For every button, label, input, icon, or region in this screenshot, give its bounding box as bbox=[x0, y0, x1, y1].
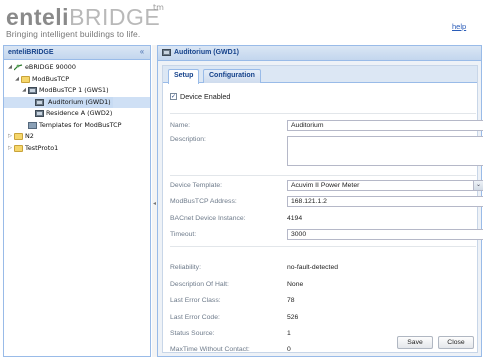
tab-configuration[interactable]: Configuration bbox=[203, 69, 261, 83]
reliability-value: no-fault-detected bbox=[287, 264, 339, 271]
setup-form: ✓ Device Enabled Name: Auditorium Descri… bbox=[163, 83, 483, 353]
close-button[interactable]: Close bbox=[438, 336, 474, 349]
tree-item-auditorium[interactable]: Auditorium (GWD1) bbox=[4, 96, 150, 108]
last-error-code-value: 526 bbox=[287, 314, 299, 321]
logo-trademark: tm bbox=[153, 3, 164, 12]
name-field[interactable]: Auditorium bbox=[287, 120, 483, 131]
section-divider bbox=[170, 246, 476, 247]
folder-icon bbox=[14, 133, 23, 140]
network-icon bbox=[13, 64, 23, 71]
app-logo: enteliBRIDGE tm Bringing intelligent bui… bbox=[6, 4, 164, 39]
status-source-value: 1 bbox=[287, 330, 291, 337]
device-detail-panel: Auditorium (GWD1) Setup Configuration ✓ … bbox=[157, 45, 483, 357]
bacnet-instance-label: BACnet Device Instance: bbox=[170, 215, 246, 222]
last-error-class-value: 78 bbox=[287, 297, 295, 304]
logo-text-bridge: BRIDGE bbox=[69, 4, 161, 30]
timeout-label: Timeout: bbox=[170, 231, 197, 238]
tree-item-label: Templates for ModBusTCP bbox=[39, 120, 122, 129]
tree-item-label: ModBusTCP bbox=[32, 74, 70, 83]
logo-text-enteli: enteli bbox=[6, 4, 70, 30]
collapse-panel-icon[interactable]: « bbox=[137, 47, 147, 57]
tree-item-templates[interactable]: Templates for ModBusTCP bbox=[4, 120, 150, 132]
device-detail-header: Auditorium (GWD1) bbox=[158, 46, 481, 61]
tab-setup[interactable]: Setup bbox=[168, 69, 200, 84]
reliability-label: Reliability: bbox=[170, 264, 201, 271]
tree-item-label: ModBusTCP 1 (GWS1) bbox=[39, 86, 109, 94]
expand-arrow-icon[interactable]: ◢ bbox=[14, 74, 20, 86]
splitter-grip-icon[interactable]: ◂ bbox=[153, 200, 156, 207]
expand-arrow-icon[interactable]: ▷ bbox=[7, 143, 13, 155]
device-form-container: Setup Configuration ✓ Device Enabled Nam… bbox=[162, 65, 483, 353]
logo-tagline: Bringing intelligent buildings to life. bbox=[6, 29, 141, 39]
halt-description-label: Description Of Halt: bbox=[170, 281, 229, 288]
device-enabled-checkbox[interactable]: ✓ bbox=[170, 93, 177, 100]
gateway-icon bbox=[28, 87, 37, 94]
status-source-label: Status Source: bbox=[170, 330, 215, 337]
modbus-address-field[interactable]: 168.121.1.2 bbox=[287, 196, 483, 207]
expand-arrow-icon[interactable]: ◢ bbox=[21, 85, 27, 97]
description-field[interactable] bbox=[287, 136, 483, 166]
tree-item-residence-a[interactable]: Residence A (GWD2) bbox=[4, 108, 150, 120]
name-label: Name: bbox=[170, 122, 191, 129]
tree-item-modbustcp[interactable]: ◢ ModBusTCP bbox=[4, 74, 150, 86]
last-error-class-label: Last Error Class: bbox=[170, 297, 221, 304]
expand-arrow-icon[interactable]: ◢ bbox=[7, 62, 13, 74]
device-template-value: Acuvim II Power Meter bbox=[291, 182, 360, 189]
bacnet-instance-value: 4194 bbox=[287, 215, 303, 222]
help-link[interactable]: help bbox=[452, 22, 466, 31]
tree-item-label: eBRIDGE 90000 bbox=[25, 63, 76, 71]
tree-item-n2[interactable]: ▷ N2 bbox=[4, 131, 150, 143]
tree-item-label: Residence A (GWD2) bbox=[46, 109, 113, 117]
tree-item-label: TestProto1 bbox=[25, 143, 59, 152]
navigation-panel-header: enteliBRIDGE « bbox=[4, 46, 150, 60]
device-detail-title: Auditorium (GWD1) bbox=[174, 49, 239, 56]
navigation-panel: enteliBRIDGE « ◢ eBRIDGE 90000 ◢ ModBusT… bbox=[3, 45, 151, 357]
modbus-address-label: ModBusTCP Address: bbox=[170, 198, 237, 205]
app-header: enteliBRIDGE tm Bringing intelligent bui… bbox=[0, 0, 483, 44]
tree-item-testproto1[interactable]: ▷ TestProto1 bbox=[4, 143, 150, 155]
device-icon bbox=[35, 110, 44, 117]
device-icon bbox=[35, 98, 44, 106]
expand-arrow-icon[interactable]: ▷ bbox=[7, 131, 13, 143]
device-enabled-label: Device Enabled bbox=[180, 92, 231, 101]
timeout-field[interactable]: 3000 bbox=[287, 229, 483, 240]
device-template-label: Device Template: bbox=[170, 182, 223, 189]
tree-item-label: N2 bbox=[25, 132, 34, 140]
section-divider bbox=[170, 175, 476, 176]
halt-description-value: None bbox=[287, 281, 304, 288]
tree-item-ebridge[interactable]: ◢ eBRIDGE 90000 bbox=[4, 62, 150, 74]
save-button[interactable]: Save bbox=[397, 336, 433, 349]
dropdown-arrow-icon[interactable]: ⌄ bbox=[473, 181, 483, 190]
device-icon bbox=[162, 49, 171, 56]
max-time-value: 0 bbox=[287, 346, 291, 353]
tab-strip: Setup Configuration bbox=[163, 66, 477, 84]
tree-item-label: Auditorium (GWD1) bbox=[46, 96, 113, 108]
navigation-panel-title: enteliBRIDGE bbox=[8, 49, 54, 56]
folder-icon bbox=[14, 144, 23, 152]
max-time-label: MaxTime Without Contact: bbox=[170, 346, 250, 353]
template-icon bbox=[28, 121, 37, 129]
section-divider bbox=[170, 113, 476, 114]
device-template-select[interactable]: Acuvim II Power Meter ⌄ bbox=[287, 180, 483, 191]
last-error-code-label: Last Error Code: bbox=[170, 314, 220, 321]
device-detail-body: Setup Configuration ✓ Device Enabled Nam… bbox=[158, 61, 483, 356]
tree-item-modbustcp-1[interactable]: ◢ ModBusTCP 1 (GWS1) bbox=[4, 85, 150, 97]
description-label: Description: bbox=[170, 136, 206, 143]
folder-icon bbox=[21, 75, 30, 83]
device-tree: ◢ eBRIDGE 90000 ◢ ModBusTCP ◢ ModBusTCP … bbox=[4, 60, 150, 154]
